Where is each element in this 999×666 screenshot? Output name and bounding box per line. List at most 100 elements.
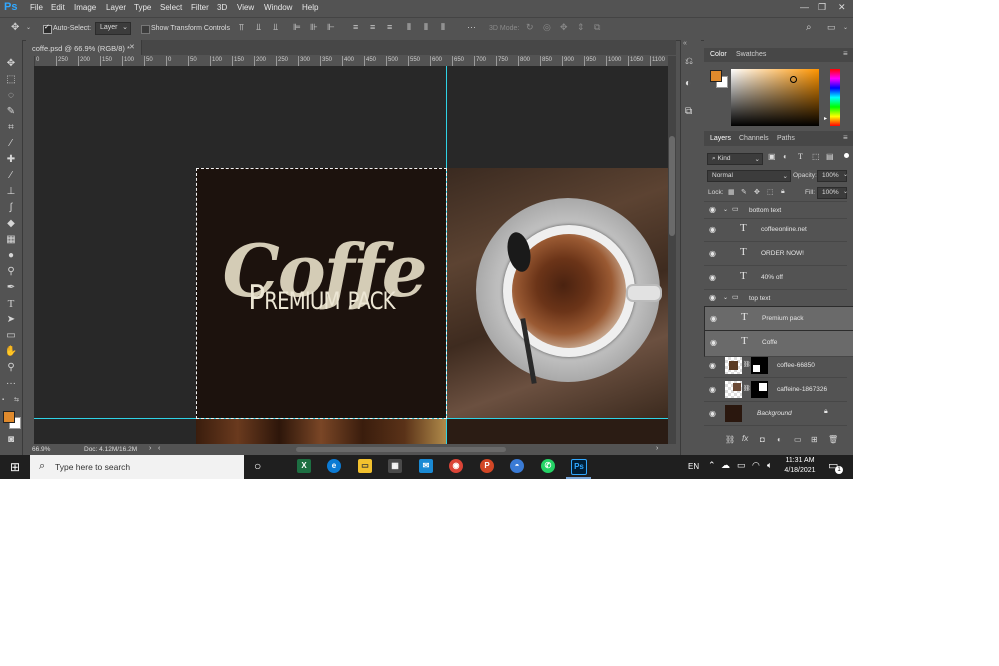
layer-coffeeonline[interactable]: ◉ T coffeeonline.net xyxy=(704,218,847,242)
align-left-icon[interactable]: ⊫ xyxy=(293,22,301,33)
menu-view[interactable]: View xyxy=(237,3,254,12)
brush-tool-icon[interactable]: ∕ xyxy=(4,170,18,182)
3d-orbit-icon[interactable]: ↻ xyxy=(526,22,534,33)
menu-3d[interactable]: 3D xyxy=(217,3,227,12)
layer-mask-thumbnail[interactable] xyxy=(751,357,768,374)
distribute-right-icon[interactable]: ⦀ xyxy=(441,22,445,33)
chevron-down-icon[interactable]: ⌄ xyxy=(26,24,31,31)
delete-layer-icon[interactable]: 🗑︎ xyxy=(828,435,838,444)
vertical-scroll-thumb[interactable] xyxy=(669,136,675,236)
dodge-tool-icon[interactable]: ⚲ xyxy=(4,266,18,278)
eye-icon[interactable]: ◉ xyxy=(710,338,717,347)
move-tool-icon[interactable]: ✥ xyxy=(11,22,19,33)
layer-background[interactable]: ◉ Background 🔒︎ xyxy=(704,402,847,426)
align-right-icon[interactable]: ⊩ xyxy=(327,22,335,33)
hue-slider[interactable] xyxy=(830,69,840,126)
filter-adjustment-icon[interactable]: ◐ xyxy=(783,152,788,161)
document-tab[interactable]: coffe.psd @ 66.9% (RGB/8) * ✕ xyxy=(26,40,142,55)
language-indicator[interactable]: EN xyxy=(688,462,699,471)
layer-coffee-66850[interactable]: ◉ ⛓ coffee-66850 xyxy=(704,354,847,378)
workspace-chevron-icon[interactable]: ⌄ xyxy=(843,24,848,31)
adjustments-panel-icon[interactable]: ◐ xyxy=(685,78,691,89)
chrome-icon[interactable]: ◉ xyxy=(449,459,463,473)
layer-mask-thumbnail[interactable] xyxy=(751,381,768,398)
task-view-icon[interactable]: ○ xyxy=(254,459,261,473)
align-bottom-icon[interactable]: ⫫ xyxy=(273,22,278,33)
lock-image-icon[interactable]: ✎ xyxy=(741,188,747,196)
photoshop-taskbar-icon[interactable]: Ps xyxy=(571,459,587,475)
lock-artboard-icon[interactable]: ⬚ xyxy=(767,188,774,196)
menu-edit[interactable]: Edit xyxy=(51,3,65,12)
whatsapp-icon[interactable]: ✆ xyxy=(541,459,555,473)
new-layer-icon[interactable]: ⊞ xyxy=(811,435,818,444)
auto-select-checkbox[interactable]: ✓ xyxy=(43,24,52,34)
close-icon[interactable]: ✕ xyxy=(838,2,846,13)
menu-image[interactable]: Image xyxy=(74,3,96,12)
distribute-vcenter-icon[interactable]: ≡ xyxy=(370,22,375,32)
horizontal-scroll-thumb[interactable] xyxy=(296,447,506,452)
align-vcenter-icon[interactable]: ⫫ xyxy=(256,22,261,33)
layer-caffeine-1867326[interactable]: ◉ ⛓ caffeine-1867326 xyxy=(704,378,847,402)
menu-help[interactable]: Help xyxy=(302,3,318,12)
eye-icon[interactable]: ◉ xyxy=(709,409,716,418)
add-mask-icon[interactable]: ◘ xyxy=(760,435,765,444)
minimize-icon[interactable]: — xyxy=(800,2,809,12)
filter-smart-object-icon[interactable]: ▤ xyxy=(826,152,834,161)
vertical-scrollbar[interactable] xyxy=(668,56,676,444)
collapse-panels-icon[interactable]: « xyxy=(683,40,687,47)
filter-toggle-icon[interactable] xyxy=(844,153,849,158)
scroll-right-icon[interactable]: › xyxy=(656,445,658,452)
eyedropper-tool-icon[interactable]: ⁄ xyxy=(4,138,18,150)
history-brush-icon[interactable]: ∫ xyxy=(4,202,18,214)
menu-window[interactable]: Window xyxy=(264,3,292,12)
distribute-hcenter-icon[interactable]: ⦀ xyxy=(424,22,428,33)
align-top-icon[interactable]: ⫪ xyxy=(239,22,244,33)
store-icon[interactable]: ▦ xyxy=(388,459,402,473)
tab-paths[interactable]: Paths xyxy=(777,135,795,142)
menu-filter[interactable]: Filter xyxy=(191,3,209,12)
distribute-top-icon[interactable]: ≡ xyxy=(353,22,358,32)
eye-icon[interactable]: ◉ xyxy=(709,249,716,258)
status-arrow-icon[interactable]: › xyxy=(149,445,151,452)
search-icon[interactable]: ⌕ xyxy=(806,22,812,33)
lock-position-icon[interactable]: ✥ xyxy=(754,188,760,196)
move-tool-icon[interactable]: ✥ xyxy=(4,58,18,70)
menu-select[interactable]: Select xyxy=(160,3,182,12)
tab-channels[interactable]: Channels xyxy=(739,135,769,142)
tray-chevron-icon[interactable]: ⌃ xyxy=(708,460,716,471)
color-field[interactable] xyxy=(731,69,819,126)
tab-color[interactable]: Color xyxy=(710,51,727,58)
hue-slider-arrow-icon[interactable]: ▸ xyxy=(824,115,827,122)
new-group-icon[interactable]: ▭ xyxy=(794,435,802,444)
menu-layer[interactable]: Layer xyxy=(106,3,126,12)
hand-tool-icon[interactable]: ✋ xyxy=(4,346,18,358)
clock-time[interactable]: 11:31 AM xyxy=(784,457,816,464)
lock-all-icon[interactable]: 🔒︎ xyxy=(781,188,785,196)
layer-order-now[interactable]: ◉ T ORDER NOW! xyxy=(704,242,847,266)
opacity-chevron-icon[interactable]: ⌄ xyxy=(843,171,848,178)
powerpoint-icon[interactable]: P xyxy=(480,459,494,473)
lasso-tool-icon[interactable]: ◌ xyxy=(4,90,18,102)
layer-40-off[interactable]: ◉ T 40% off xyxy=(704,266,847,290)
healing-tool-icon[interactable]: ✚ xyxy=(4,154,18,166)
battery-icon[interactable]: ▭ xyxy=(737,460,746,471)
windows-start-icon[interactable]: ⊞ xyxy=(10,460,20,474)
blend-mode-dropdown[interactable]: Normal ⌄ xyxy=(707,170,791,182)
eraser-tool-icon[interactable]: ◆ xyxy=(4,218,18,230)
blur-tool-icon[interactable]: ● xyxy=(4,250,18,262)
marquee-tool-icon[interactable]: ⬚ xyxy=(4,74,18,86)
photos-icon[interactable]: ◓ xyxy=(510,459,524,473)
taskbar-search-box[interactable]: ⌕ Type here to search xyxy=(30,455,244,479)
menu-type[interactable]: Type xyxy=(134,3,151,12)
eye-icon[interactable]: ◉ xyxy=(709,273,716,282)
file-explorer-icon[interactable]: ▭ xyxy=(358,459,372,473)
rectangle-tool-icon[interactable]: ▭ xyxy=(4,330,18,342)
path-select-tool-icon[interactable]: ➤ xyxy=(4,314,18,326)
canvas-area[interactable]: Coffe Premium pack xyxy=(34,66,668,444)
fill-chevron-icon[interactable]: ⌄ xyxy=(843,188,848,195)
more-options-icon[interactable]: ··· xyxy=(467,22,476,32)
eye-icon[interactable]: ◉ xyxy=(709,225,716,234)
excel-icon[interactable]: X xyxy=(297,459,311,473)
eye-icon[interactable]: ◉ xyxy=(709,385,716,394)
panel-fg-swatch[interactable] xyxy=(710,70,722,82)
